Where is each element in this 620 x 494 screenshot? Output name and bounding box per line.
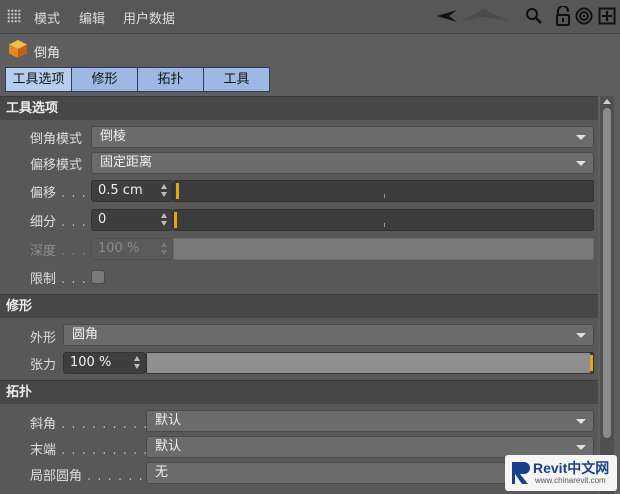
- bevel-mode-value: 倒棱: [100, 129, 127, 144]
- object-title-bar: 倒角: [0, 34, 620, 64]
- shape-label: 外形: [30, 331, 57, 346]
- offset-slider[interactable]: [173, 180, 594, 202]
- offset-mode-value: 固定距离: [100, 155, 153, 170]
- menu-bar: 模式 编辑 用户数据: [0, 0, 620, 34]
- tension-label: 张力: [30, 358, 57, 373]
- slider-midpoint-tick: [384, 194, 385, 198]
- arrow-up-icon[interactable]: [461, 5, 511, 27]
- offset-mode-dropdown[interactable]: 固定距离: [91, 152, 594, 174]
- limit-checkbox[interactable]: [91, 270, 105, 284]
- add-panel-icon[interactable]: [596, 5, 618, 27]
- section-shaping[interactable]: 修形: [0, 294, 598, 318]
- subdivision-slider-handle[interactable]: [174, 212, 177, 228]
- tension-value: 100 %: [70, 355, 112, 370]
- subdivision-label: 细分 . . .: [30, 215, 87, 230]
- spinner-arrows-icon[interactable]: [161, 213, 168, 227]
- offset-slider-handle[interactable]: [176, 183, 179, 199]
- bevel-mode-dropdown[interactable]: 倒棱: [91, 126, 594, 148]
- vertical-scrollbar[interactable]: [600, 96, 614, 494]
- arrow-left-icon[interactable]: [437, 5, 459, 27]
- partial-rounding-field[interactable]: 无: [146, 462, 506, 484]
- watermark-url: www.chinarevit.com: [535, 476, 606, 485]
- watermark-title: Revit中文网: [533, 460, 610, 476]
- subdivision-input[interactable]: 0: [91, 209, 173, 231]
- spinner-arrows-icon: [161, 242, 168, 256]
- grip-handle-icon[interactable]: [7, 9, 21, 23]
- shape-value: 圆角: [72, 327, 99, 342]
- miter-dropdown[interactable]: 默认: [146, 410, 594, 432]
- offset-label: 偏移 . . .: [30, 186, 87, 201]
- spinner-arrows-icon[interactable]: [161, 184, 168, 198]
- lock-icon[interactable]: [552, 5, 574, 27]
- chevron-down-icon: [576, 135, 586, 140]
- offset-value: 0.5 cm: [98, 183, 143, 198]
- end-value: 默认: [155, 439, 182, 454]
- subdivision-value: 0: [98, 212, 107, 227]
- chevron-down-icon: [576, 161, 586, 166]
- attributes-panel: 工具选项 倒角模式 倒棱 偏移模式 固定距离 偏移 . . . 0.5 cm 细…: [0, 96, 598, 494]
- partial-rounding-label: 局部圆角 . . . . . . .: [30, 469, 154, 484]
- slider-midpoint-tick: [384, 223, 385, 227]
- tab-bar: 工具选项 修形 拓扑 工具: [5, 67, 270, 92]
- search-icon[interactable]: [523, 5, 545, 27]
- tension-slider[interactable]: [146, 352, 594, 374]
- scroll-up-arrow-icon[interactable]: [603, 99, 611, 104]
- depth-label: 深度 . . .: [30, 244, 87, 259]
- offset-mode-label: 偏移模式: [30, 158, 83, 173]
- bevel-mode-label: 倒角模式: [30, 132, 83, 147]
- target-icon[interactable]: [573, 5, 595, 27]
- miter-value: 默认: [155, 413, 182, 428]
- end-label: 末端 . . . . . . . . . .: [30, 443, 159, 458]
- bevel-cube-icon: [8, 39, 28, 59]
- subdivision-slider[interactable]: [173, 209, 594, 231]
- chevron-down-icon: [576, 333, 586, 338]
- depth-input: 100 %: [91, 238, 173, 260]
- chevron-down-icon: [576, 445, 586, 450]
- depth-value: 100 %: [98, 241, 140, 256]
- spinner-arrows-icon[interactable]: [134, 356, 141, 370]
- tab-shaping[interactable]: 修形: [71, 67, 138, 92]
- partial-rounding-value: 无: [155, 465, 169, 480]
- scrollbar-thumb[interactable]: [603, 108, 611, 438]
- offset-input[interactable]: 0.5 cm: [91, 180, 173, 202]
- tension-slider-handle[interactable]: [590, 355, 593, 371]
- limit-label: 限制 . . .: [30, 272, 87, 287]
- shape-dropdown[interactable]: 圆角: [63, 324, 594, 346]
- watermark-logo: Revit中文网 www.chinarevit.com: [505, 455, 617, 491]
- chevron-down-icon: [576, 419, 586, 424]
- tab-tool[interactable]: 工具: [203, 67, 270, 92]
- menu-user-data[interactable]: 用户数据: [123, 8, 175, 27]
- tension-slider-fill: [147, 353, 590, 373]
- menu-mode[interactable]: 模式: [34, 8, 60, 27]
- tab-topology[interactable]: 拓扑: [137, 67, 204, 92]
- object-title: 倒角: [34, 46, 61, 61]
- tension-input[interactable]: 100 %: [63, 352, 146, 374]
- section-tool-options[interactable]: 工具选项: [0, 96, 598, 120]
- miter-label: 斜角 . . . . . . . . . .: [30, 417, 159, 432]
- revit-logo-icon: [512, 462, 530, 484]
- menu-edit[interactable]: 编辑: [79, 8, 105, 27]
- section-topology[interactable]: 拓扑: [0, 380, 598, 404]
- tab-tool-options[interactable]: 工具选项: [5, 67, 72, 92]
- depth-slider: [173, 238, 594, 260]
